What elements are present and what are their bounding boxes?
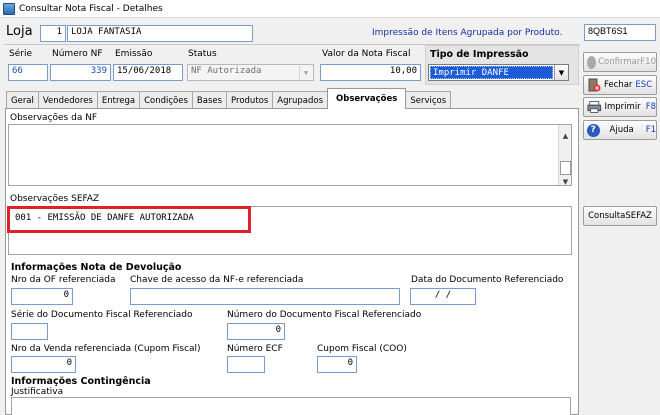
obs-nf-label: Observações da NF <box>10 113 98 123</box>
data-doc-label: Data do Documento Referenciado <box>411 275 564 285</box>
confirm-icon <box>587 55 597 69</box>
station-code-field: 8QBT6S1 <box>584 24 656 41</box>
loja-code-field[interactable]: 1 <box>40 25 66 42</box>
numero-nf-label: Número NF <box>52 49 103 59</box>
tab-bar: Geral Vendedores Entrega Condições Bases… <box>6 88 452 109</box>
valor-nota-label: Valor da Nota Fiscal <box>322 49 411 59</box>
justificativa-textarea[interactable] <box>11 397 571 415</box>
status-value: NF Autorizada <box>191 66 262 76</box>
obs-nf-textarea[interactable]: ▲ ▼ <box>8 124 572 186</box>
tab-produtos[interactable]: Produtos <box>226 91 274 109</box>
tab-entrega[interactable]: Entrega <box>96 91 141 109</box>
scroll-down-icon[interactable]: ▼ <box>559 175 572 188</box>
devolucao-section-title: Informações Nota de Devolução <box>11 262 182 273</box>
help-icon: ? <box>587 123 600 137</box>
numero-nf-field[interactable]: 339 <box>50 64 111 81</box>
fechar-label: Fechar <box>604 80 633 90</box>
serie-label: Série <box>9 49 32 59</box>
imprimir-key: F8 <box>645 102 656 112</box>
chave-acesso-field[interactable] <box>130 288 400 305</box>
numero-ecf-label: Número ECF <box>227 344 283 354</box>
obs-sefaz-label: Observações SEFAZ <box>10 194 100 204</box>
status-select[interactable]: NF Autorizada ▼ <box>187 64 314 81</box>
printer-icon <box>587 101 602 113</box>
imprimir-label: Imprimir <box>604 102 641 112</box>
scroll-up-icon[interactable]: ▲ <box>559 129 572 142</box>
emissao-field[interactable]: 15/06/2018 <box>113 64 183 81</box>
obs-nf-scrollbar[interactable]: ▲ ▼ <box>558 125 572 188</box>
serie-doc-label: Série do Documento Fiscal Referenciado <box>11 310 193 320</box>
tab-geral[interactable]: Geral <box>6 91 39 109</box>
tab-bases[interactable]: Bases <box>191 91 228 109</box>
confirmar-key: F10 <box>640 57 656 67</box>
ajuda-key: F1 <box>645 125 656 135</box>
imprimir-button[interactable]: Imprimir F8 <box>583 97 657 117</box>
chevron-down-icon: ▼ <box>554 65 568 80</box>
tab-condicoes[interactable]: Condições <box>139 91 193 109</box>
nro-venda-label: Nro da Venda referenciada (Cupom Fiscal) <box>11 344 201 354</box>
cupom-fiscal-field[interactable]: 0 <box>317 356 357 373</box>
justificativa-label: Justificativa <box>11 387 64 397</box>
valor-nota-field[interactable]: 10,00 <box>320 64 421 81</box>
tab-observacoes[interactable]: Observações <box>327 88 407 109</box>
serie-doc-field[interactable] <box>11 323 48 340</box>
nro-of-field[interactable]: 0 <box>11 288 73 305</box>
tab-agrupados[interactable]: Agrupados <box>272 91 329 109</box>
tipo-impressao-value: Imprimir DANFE <box>430 66 553 79</box>
fechar-key: ESC <box>635 80 653 90</box>
scroll-thumb[interactable] <box>560 161 571 175</box>
data-doc-field[interactable]: / / <box>410 288 476 305</box>
obs-sefaz-value: 001 - EMISSÃO DE DANFE AUTORIZADA <box>15 213 194 223</box>
nro-of-label: Nro da OF referenciada <box>11 275 116 285</box>
contingencia-section-title: Informações Contingência <box>11 376 151 387</box>
app-icon <box>3 2 15 15</box>
window-title: Consultar Nota Fiscal - Detalhes <box>19 3 163 14</box>
numero-doc-field[interactable]: 0 <box>227 323 285 340</box>
loja-label: Loja <box>6 24 33 39</box>
numero-doc-label: Número do Documento Fiscal Referenciado <box>227 310 422 320</box>
agrupada-notice: Impressão de Itens Agrupada por Produto. <box>372 28 563 38</box>
ajuda-button[interactable]: ? Ajuda F1 <box>583 120 657 140</box>
confirmar-label: Confirmar <box>598 57 641 67</box>
status-label: Status <box>188 49 217 59</box>
window-title-bar: Consultar Nota Fiscal - Detalhes <box>0 0 660 18</box>
confirmar-button[interactable]: Confirmar F10 <box>583 52 657 72</box>
close-door-icon <box>588 78 601 92</box>
chave-acesso-label: Chave de acesso da NF-e referenciada <box>130 275 304 285</box>
numero-ecf-field[interactable] <box>227 356 265 373</box>
serie-field[interactable]: 66 <box>8 64 48 81</box>
emissao-label: Emissão <box>115 49 153 59</box>
tab-servicos[interactable]: Serviços <box>405 91 452 109</box>
consulta-sefaz-button[interactable]: ConsultaSEFAZ <box>583 206 657 226</box>
chevron-down-icon: ▼ <box>299 66 312 79</box>
tipo-impressao-label: Tipo de Impressão <box>430 49 529 60</box>
fechar-button[interactable]: Fechar ESC <box>583 75 657 95</box>
tab-vendedores[interactable]: Vendedores <box>37 91 98 109</box>
cupom-fiscal-label: Cupom Fiscal (COO) <box>317 344 407 354</box>
consulta-sefaz-label: ConsultaSEFAZ <box>588 211 652 221</box>
ajuda-label: Ajuda <box>609 125 634 135</box>
nro-venda-field[interactable]: 0 <box>11 356 76 373</box>
tipo-impressao-select[interactable]: Imprimir DANFE ▼ <box>428 64 569 81</box>
loja-name-field[interactable]: LOJA FANTASIA <box>67 25 253 42</box>
